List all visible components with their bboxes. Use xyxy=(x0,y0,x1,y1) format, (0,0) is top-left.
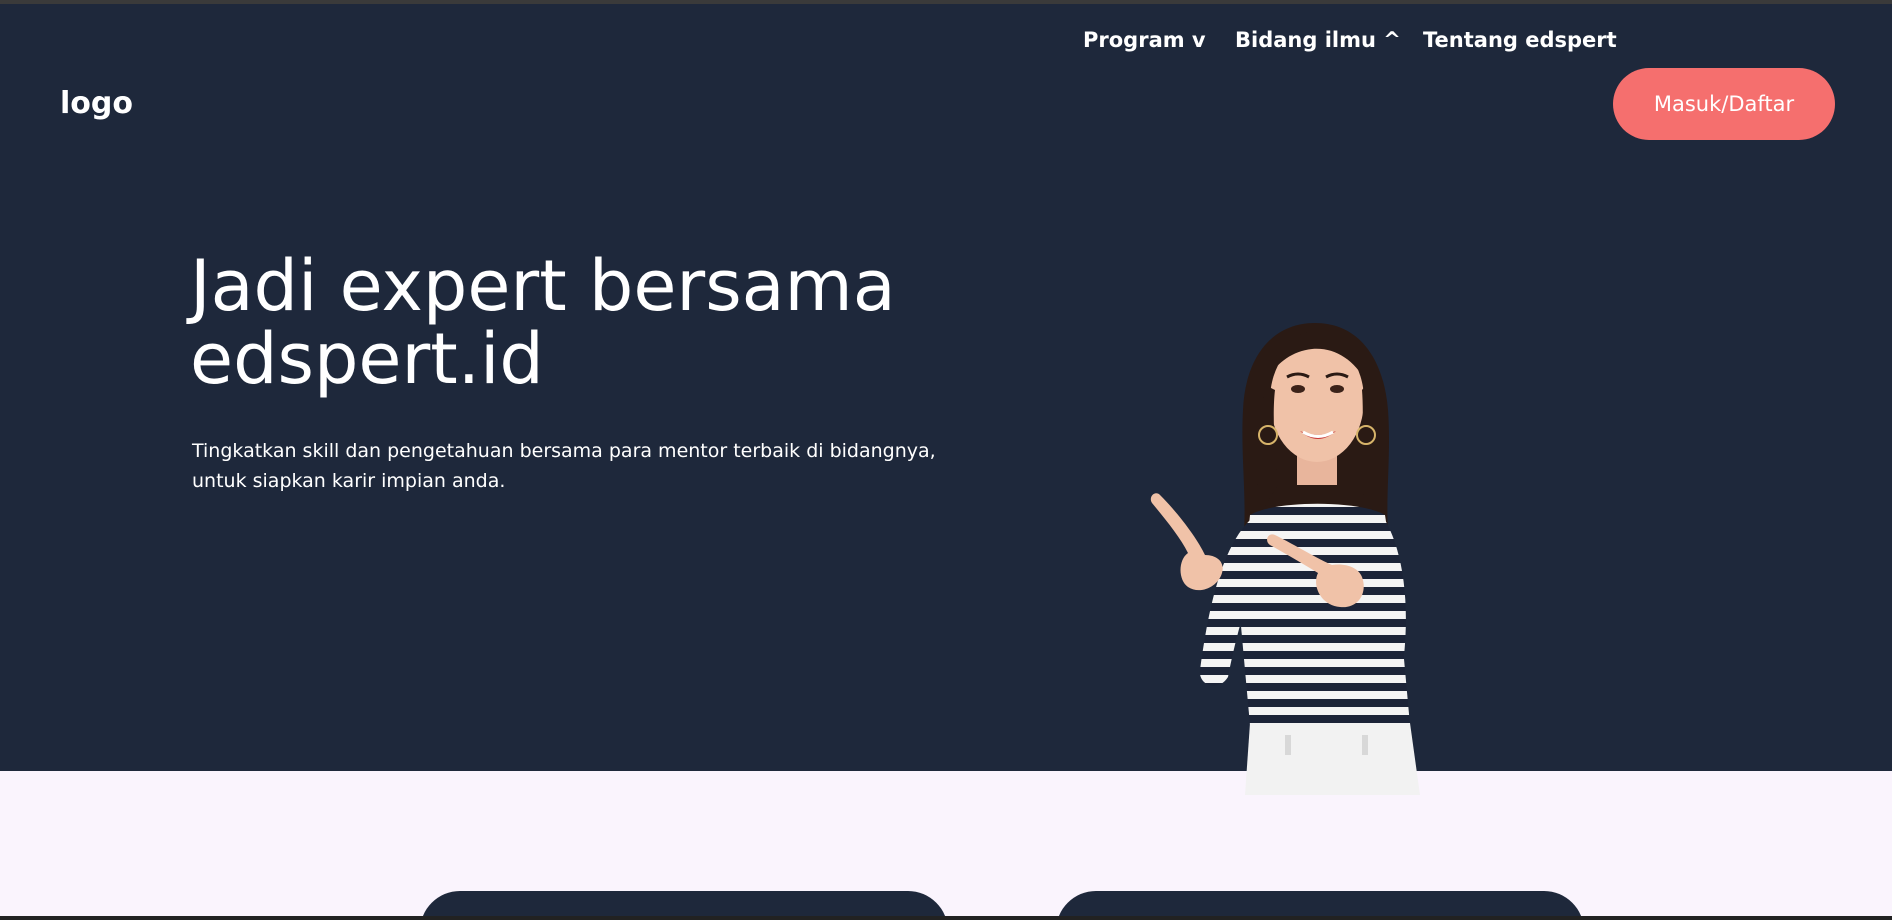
nav-bidang-ilmu[interactable]: Bidang ilmu ^ xyxy=(1235,28,1401,52)
hero-subtitle: Tingkatkan skill dan pengetahuan bersama… xyxy=(192,436,952,496)
browser-bottom-border xyxy=(0,916,1892,920)
hero-subtitle-line-2: untuk siapkan karir impian anda. xyxy=(192,470,506,492)
features-section xyxy=(0,771,1892,920)
hero-section: logo Program v Bidang ilmu ^ Tentang eds… xyxy=(0,4,1892,771)
logo[interactable]: logo xyxy=(60,86,133,121)
hero-subtitle-line-1: Tingkatkan skill dan pengetahuan bersama… xyxy=(192,440,936,462)
nav-program[interactable]: Program v xyxy=(1083,28,1206,52)
nav-tentang-edspert[interactable]: Tentang edspert xyxy=(1423,28,1617,52)
login-register-button[interactable]: Masuk/Daftar xyxy=(1613,68,1835,140)
hero-headline: Jadi expert bersama edspert.id xyxy=(190,250,910,396)
hero-headline-line-2: edspert.id xyxy=(190,318,544,400)
hero-person-image xyxy=(1150,323,1420,795)
hero-headline-line-1: Jadi expert bersama xyxy=(190,245,896,327)
